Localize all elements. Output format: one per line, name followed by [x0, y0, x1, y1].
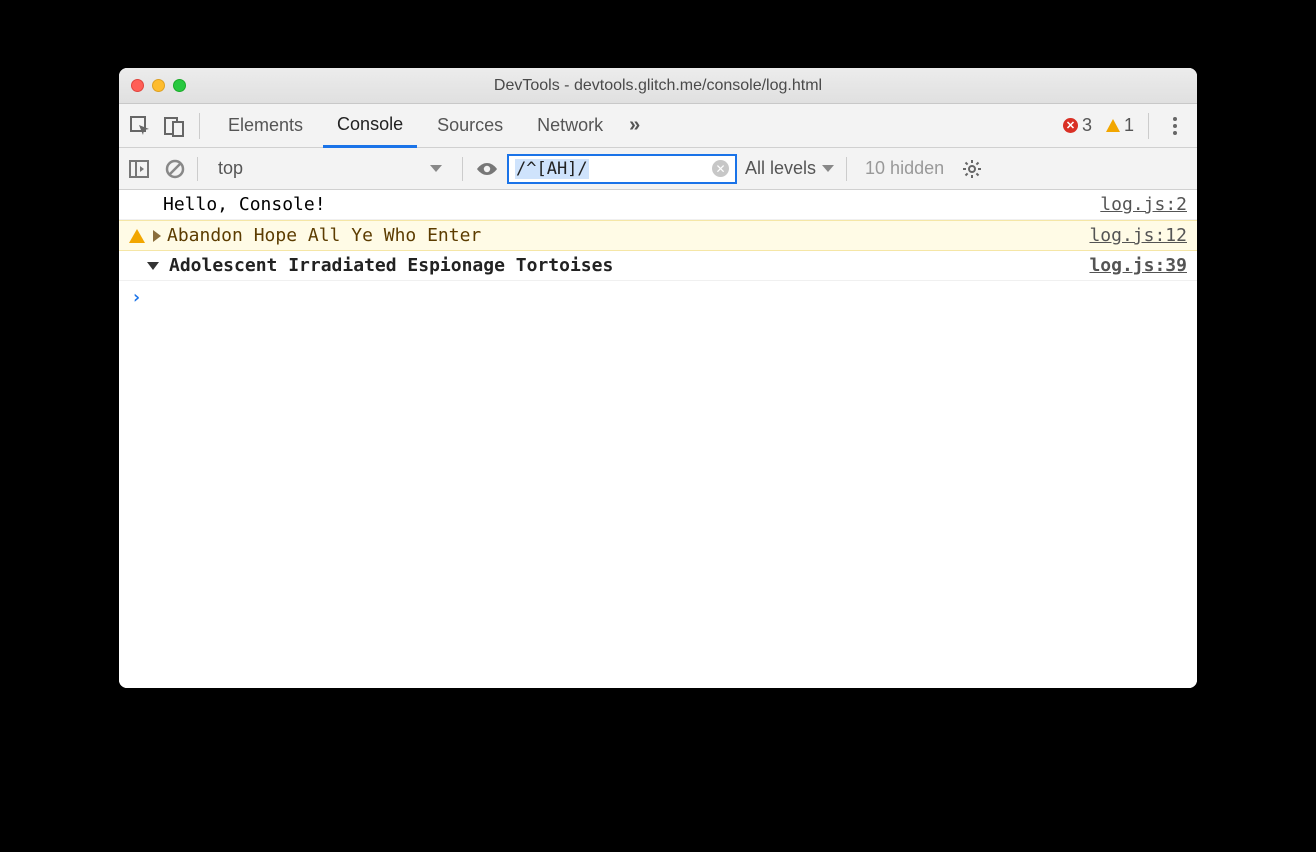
chevron-down-icon — [430, 165, 442, 172]
error-count[interactable]: ✕ 3 — [1063, 115, 1092, 136]
console-output: Hello, Console! log.js:2 Abandon Hope Al… — [119, 190, 1197, 688]
tab-sources[interactable]: Sources — [423, 104, 517, 147]
tab-console[interactable]: Console — [323, 105, 417, 148]
log-message: Abandon Hope All Ye Who Enter — [167, 225, 481, 246]
execution-context-select[interactable]: top — [210, 155, 450, 183]
warning-count-value: 1 — [1124, 115, 1134, 136]
devtools-window: DevTools - devtools.glitch.me/console/lo… — [119, 68, 1197, 688]
window-title: DevTools - devtools.glitch.me/console/lo… — [119, 77, 1197, 95]
expand-icon[interactable] — [153, 230, 161, 242]
clear-console-icon[interactable] — [165, 159, 185, 179]
main-tabbar: Elements Console Sources Network » ✕ 3 1 — [119, 104, 1197, 148]
log-source-link[interactable]: log.js:39 — [1089, 255, 1187, 276]
inspect-element-icon[interactable] — [129, 115, 151, 137]
console-settings-icon[interactable] — [958, 159, 986, 179]
console-prompt[interactable]: › — [119, 281, 1197, 314]
warning-count[interactable]: 1 — [1106, 115, 1134, 136]
error-count-value: 3 — [1082, 115, 1092, 136]
show-console-sidebar-icon[interactable] — [129, 160, 149, 178]
log-message: Hello, Console! — [163, 194, 326, 215]
tab-elements[interactable]: Elements — [214, 104, 317, 147]
warning-icon — [1106, 119, 1120, 132]
context-value: top — [218, 158, 243, 179]
log-row-group[interactable]: Adolescent Irradiated Espionage Tortoise… — [119, 251, 1197, 281]
filter-input[interactable]: /^[AH]/ ✕ — [507, 154, 737, 184]
more-tabs-icon[interactable]: » — [623, 114, 642, 137]
log-source-link[interactable]: log.js:2 — [1100, 194, 1187, 215]
filter-text: /^[AH]/ — [515, 159, 589, 179]
collapse-icon[interactable] — [147, 262, 159, 270]
log-source-link[interactable]: log.js:12 — [1089, 225, 1187, 246]
log-row-warning[interactable]: Abandon Hope All Ye Who Enter log.js:12 — [119, 220, 1197, 251]
hidden-messages-count[interactable]: 10 hidden — [865, 158, 944, 179]
log-message: Adolescent Irradiated Espionage Tortoise… — [169, 255, 613, 276]
clear-filter-icon[interactable]: ✕ — [712, 160, 729, 177]
levels-label: All levels — [745, 158, 816, 179]
log-levels-select[interactable]: All levels — [745, 158, 834, 179]
titlebar: DevTools - devtools.glitch.me/console/lo… — [119, 68, 1197, 104]
error-icon: ✕ — [1063, 118, 1078, 133]
warning-icon — [129, 229, 145, 243]
kebab-menu-icon[interactable] — [1163, 117, 1187, 135]
device-toolbar-icon[interactable] — [163, 115, 185, 137]
chevron-down-icon — [822, 165, 834, 172]
live-expression-icon[interactable] — [475, 161, 499, 177]
console-toolbar: top /^[AH]/ ✕ All levels 10 hidden — [119, 148, 1197, 190]
log-row[interactable]: Hello, Console! log.js:2 — [119, 190, 1197, 220]
tab-network[interactable]: Network — [523, 104, 617, 147]
